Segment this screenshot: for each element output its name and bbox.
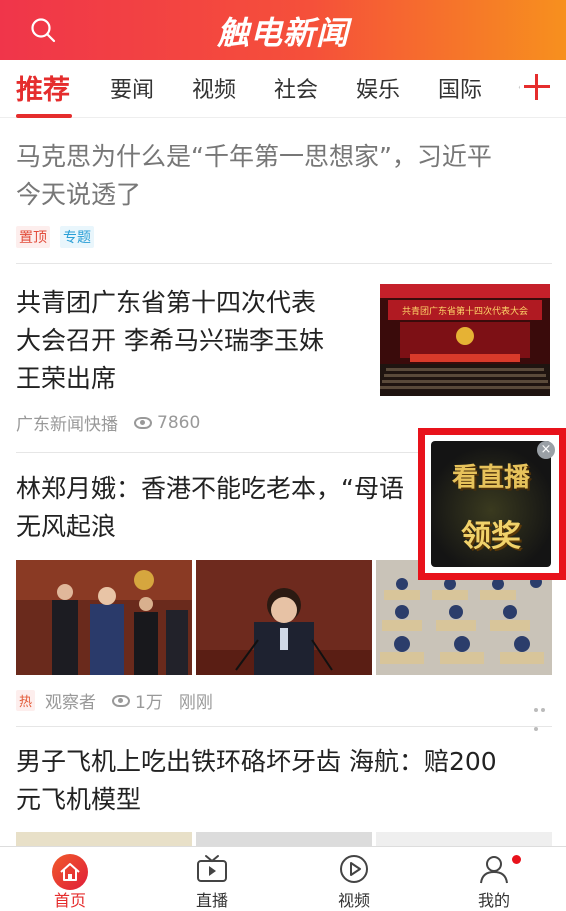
article-headline: 今天说透了 xyxy=(16,180,142,209)
article-image[interactable] xyxy=(376,832,552,846)
home-icon xyxy=(52,854,88,890)
bottom-navigation: 首页 直播 视频 我的 xyxy=(0,846,566,911)
user-icon xyxy=(480,856,508,884)
plus-icon[interactable] xyxy=(520,70,554,104)
article-time: 刚刚 xyxy=(178,693,213,713)
hot-badge: 热 xyxy=(16,690,36,711)
app-header: 触电新闻 xyxy=(0,0,566,60)
notification-dot xyxy=(512,855,521,864)
floating-ad[interactable]: 看直播 领奖 × xyxy=(418,428,566,580)
article-headline: 共青团广东省第十四次代表 xyxy=(16,288,317,317)
article-views: 7860 xyxy=(157,412,201,433)
article-meta-row: 热 观察者 1万 刚刚 xyxy=(16,688,546,713)
nav-label: 我的 xyxy=(477,891,510,910)
tab-entertainment[interactable]: 娱乐 xyxy=(356,72,400,104)
live-icon xyxy=(197,855,227,882)
more-options-icon[interactable] xyxy=(534,422,554,456)
article-headline: 男子飞机上吃出铁环硌坏牙齿 海航：赔200 xyxy=(16,747,497,776)
article-item[interactable]: 男子飞机上吃出铁环硌坏牙齿 海航：赔200 元飞机模型 xyxy=(16,743,550,819)
tab-international[interactable]: 国际 xyxy=(438,72,482,104)
article-pinned[interactable]: 马克思为什么是“千年第一思想家”，习近平 今天说透了 置顶 专题 xyxy=(16,138,546,248)
app-title: 触电新闻 xyxy=(216,14,349,52)
nav-label: 首页 xyxy=(53,891,86,910)
ad-text-claim-reward: 领奖 xyxy=(461,519,521,554)
article-headline: 大会召开 李希马兴瑞李玉妹 xyxy=(16,326,324,355)
divider xyxy=(16,263,552,264)
article-headline: 王荣出席 xyxy=(16,364,117,393)
divider xyxy=(16,726,552,727)
views-icon xyxy=(134,416,152,429)
nav-label: 视频 xyxy=(337,891,370,910)
article-meta: 热 观察者 1万 刚刚 xyxy=(16,688,546,713)
article-headline: 马克思为什么是“千年第一思想家”，习近平 xyxy=(16,142,492,171)
article-image[interactable] xyxy=(16,560,192,675)
article-headline: 元飞机模型 xyxy=(16,785,142,814)
views-icon xyxy=(112,694,131,707)
more-options-icon[interactable] xyxy=(534,697,554,731)
channel-tabs: 推荐 要闻 视频 社会 娱乐 国际 体 xyxy=(0,60,566,118)
article-views: 1万 xyxy=(135,693,163,713)
ad-text-watch-live: 看直播 xyxy=(451,463,530,493)
article-meta: 广东新闻快播 7860 xyxy=(16,410,366,436)
play-icon xyxy=(340,855,368,883)
article-source: 观察者 xyxy=(45,693,97,713)
article-meta: 置顶 专题 xyxy=(16,226,546,248)
active-tab-indicator xyxy=(16,114,72,118)
pinned-badge: 置顶 xyxy=(16,226,50,248)
article-image[interactable] xyxy=(196,560,372,675)
nav-label: 直播 xyxy=(195,891,228,910)
thumb-caption: 共青团广东省第十四次代表大会 xyxy=(402,305,528,317)
topic-badge: 专题 xyxy=(60,226,94,248)
article-image[interactable] xyxy=(196,832,372,846)
article-source: 广东新闻快播 xyxy=(16,415,118,435)
tab-recommend[interactable]: 推荐 xyxy=(16,68,70,107)
article-thumbnail[interactable]: 共青团广东省第十四次代表大会 xyxy=(380,284,550,396)
tab-video[interactable]: 视频 xyxy=(192,72,236,104)
close-icon[interactable]: × xyxy=(537,441,555,459)
article-item[interactable]: 共青团广东省第十四次代表 大会召开 李希马兴瑞李玉妹 王荣出席 广东新闻快播 7… xyxy=(16,284,366,435)
tab-headlines[interactable]: 要闻 xyxy=(110,72,154,104)
tab-society[interactable]: 社会 xyxy=(274,72,318,104)
article-image[interactable] xyxy=(16,832,192,846)
